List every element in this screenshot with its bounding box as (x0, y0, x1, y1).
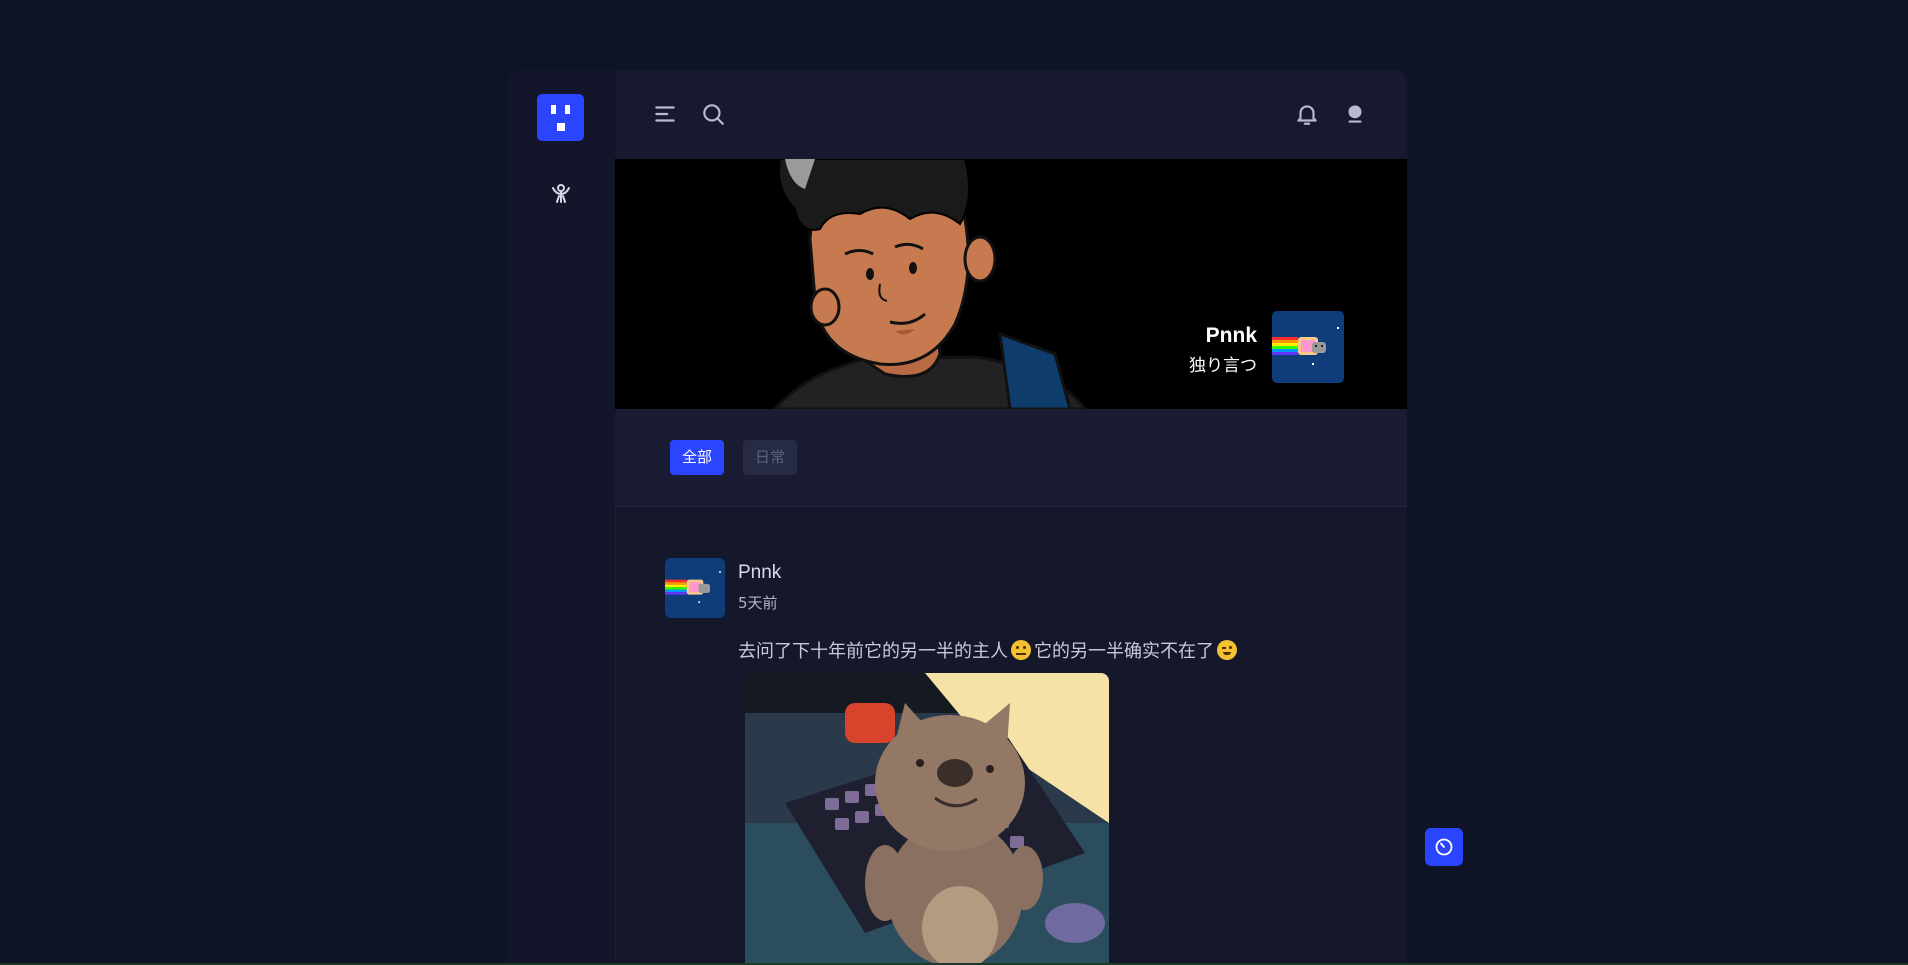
post-card: Pnnk 5天前 去问了下十年前它的另一半的主人 它的另一半确实不在了 (615, 507, 1407, 965)
filter-daily-tab[interactable]: 日常 (743, 440, 798, 475)
search-icon[interactable] (700, 101, 726, 127)
person-arms-up-icon[interactable] (549, 182, 573, 206)
neutral-face-emoji-icon (1011, 640, 1031, 660)
sidebar-rail (507, 70, 616, 965)
post-author-avatar[interactable] (665, 558, 725, 618)
nyan-cat-avatar-image (1272, 311, 1344, 383)
plush-toy-photo (745, 673, 1109, 965)
floating-action-button[interactable] (1425, 828, 1463, 866)
post-image[interactable] (745, 673, 1109, 965)
logo-eye-left (551, 105, 556, 114)
logo-mouth (557, 123, 565, 131)
filter-all-tab[interactable]: 全部 (670, 440, 725, 475)
menu-icon[interactable] (652, 101, 678, 127)
bell-icon[interactable] (1294, 101, 1320, 127)
banner-tagline: 独り言つ (1189, 356, 1257, 376)
post-content-part2: 它的另一半确实不在了 (1034, 641, 1214, 662)
banner-username: Pnnk (1205, 324, 1257, 347)
winking-face-emoji-icon (1217, 640, 1237, 660)
post-timestamp: 5天前 (738, 594, 778, 612)
nyan-cat-avatar-image (665, 558, 725, 618)
clock-icon (1435, 838, 1453, 856)
category-filter-bar: 全部 日常 (615, 409, 1407, 507)
profile-banner: Pnnk 独り言つ (615, 159, 1407, 409)
theme-toggle-icon[interactable] (1342, 101, 1368, 127)
logo-eye-right (565, 105, 570, 114)
banner-avatar[interactable] (1272, 311, 1344, 383)
top-bar (615, 70, 1407, 159)
post-author-name[interactable]: Pnnk (738, 562, 781, 584)
app-container: Pnnk 独り言つ 全部 日常 Pnnk 5天前 去问了下十年前它的另一半的主人… (507, 70, 1407, 965)
post-content: 去问了下十年前它的另一半的主人 它的另一半确实不在了 (738, 637, 1240, 663)
post-content-part1: 去问了下十年前它的另一半的主人 (738, 641, 1008, 662)
site-logo[interactable] (537, 94, 584, 141)
